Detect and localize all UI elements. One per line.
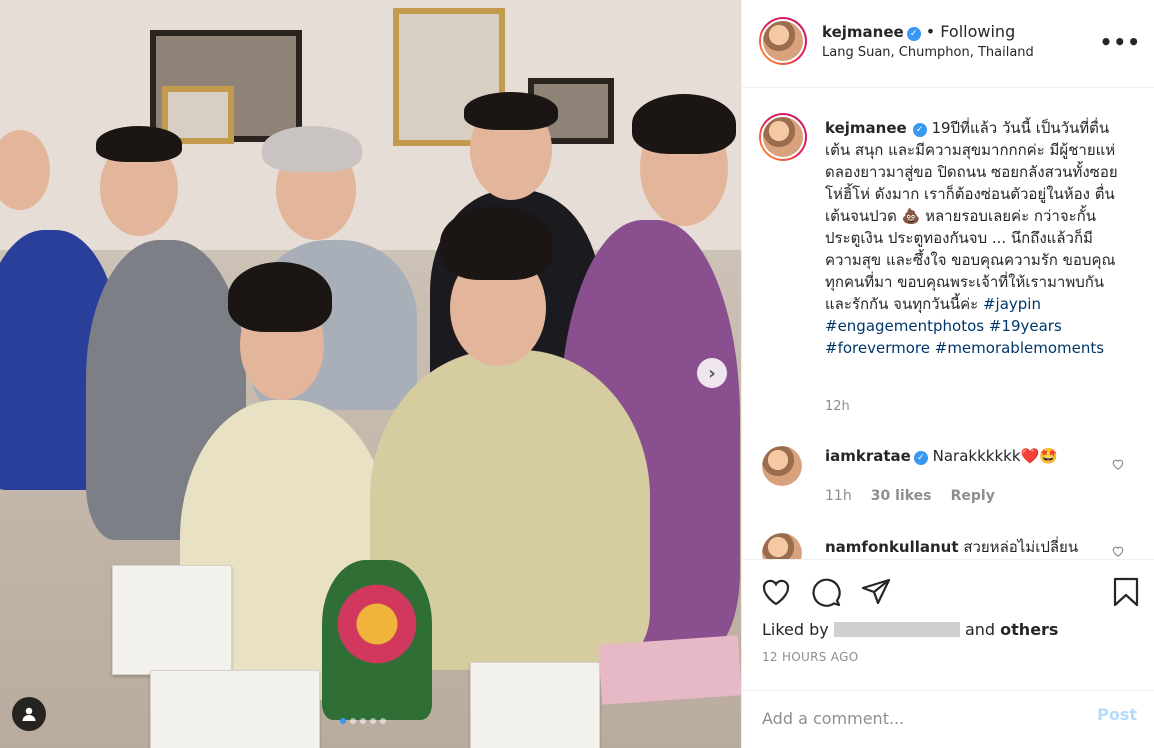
gift-box (112, 565, 232, 675)
comment-item: namfonkullanut สวยหล่อไม่เปลี่ยน (825, 535, 1085, 559)
comment-input[interactable] (762, 703, 1072, 733)
commenter-avatar[interactable] (762, 446, 802, 486)
post-comment-button[interactable]: Post (1097, 705, 1137, 724)
comment-username[interactable]: namfonkullanut (825, 538, 959, 556)
save-bookmark-icon[interactable] (1110, 576, 1142, 608)
user-icon (22, 707, 36, 721)
caption-username[interactable]: kejmanee (825, 119, 907, 137)
comment-time[interactable]: 11h (825, 488, 852, 504)
redacted-username (833, 622, 960, 637)
add-comment-bar: Post (742, 690, 1154, 748)
money-stack (598, 635, 741, 705)
liked-by-prefix: Liked by (762, 620, 829, 639)
post-side-panel: kejmanee ✓ • Following Lang Suan, Chumpho… (741, 0, 1154, 748)
person-hair (262, 126, 362, 172)
carousel-dot (340, 718, 346, 724)
author-avatar[interactable] (759, 17, 807, 65)
comments-section[interactable]: kejmanee ✓ 19ปีที่แล้ว วันนี้ เป็นวันที่ต… (742, 89, 1154, 559)
dot-separator: • (925, 22, 936, 41)
share-icon[interactable] (860, 576, 892, 608)
comment-text: Narakkkkkk (932, 447, 1021, 465)
caption-avatar[interactable] (759, 113, 807, 161)
like-heart-icon[interactable] (760, 576, 792, 608)
gift-box (470, 662, 600, 748)
author-line: kejmanee ✓ • Following (822, 22, 1015, 41)
comment-username[interactable]: iamkratae (825, 447, 911, 465)
comment-like-heart-icon[interactable] (1111, 544, 1125, 558)
commenter-avatar[interactable] (762, 533, 802, 559)
post-actions: Liked by and others 12 HOURS AGO (742, 559, 1154, 689)
person-hair (96, 126, 182, 162)
carousel-dot (380, 718, 386, 724)
hashtag-link[interactable]: #jaypin (983, 295, 1041, 313)
posted-time[interactable]: 12 HOURS AGO (762, 650, 858, 664)
hashtag-link[interactable]: #19years (989, 317, 1062, 335)
person-hair (632, 94, 736, 154)
verified-badge-icon: ✓ (906, 27, 921, 41)
verified-badge-icon: ✓ (913, 451, 928, 465)
post-location[interactable]: Lang Suan, Chumphon, Thailand (822, 45, 1034, 60)
comment-reply-button[interactable]: Reply (951, 488, 995, 504)
carousel-dots (340, 718, 386, 724)
post-header: kejmanee ✓ • Following Lang Suan, Chumpho… (742, 0, 1154, 88)
comment-item: iamkratae ✓ Narakkkkkk❤️🤩 (825, 447, 1085, 465)
comment-icon[interactable] (810, 576, 842, 608)
caption-text-block: kejmanee ✓ 19ปีที่แล้ว วันนี้ เป็นวันที่ต… (825, 117, 1125, 359)
caption-text: 19ปีที่แล้ว วันนี้ เป็นวันที่ตื่นเต้น สน… (825, 119, 1118, 313)
others-link[interactable]: others (1000, 620, 1058, 639)
comment-emoji: ❤️🤩 (1020, 447, 1058, 465)
tagged-user-button[interactable] (12, 697, 46, 731)
comment-like-heart-icon[interactable] (1111, 457, 1125, 471)
more-options-icon[interactable]: ••• (1100, 30, 1141, 54)
author-username[interactable]: kejmanee (822, 23, 904, 41)
chevron-right-icon: › (708, 362, 716, 384)
carousel-dot (370, 718, 376, 724)
hashtag-link[interactable]: #forevermore (825, 339, 930, 357)
flower-arrangement (322, 560, 432, 720)
comment-text: สวยหล่อไม่เปลี่ยน (963, 538, 1079, 556)
gift-box (150, 670, 320, 748)
comment-meta: 11h 30 likes Reply (825, 485, 995, 504)
following-button[interactable]: Following (940, 22, 1015, 41)
hashtag-link[interactable]: #engagementphotos (825, 317, 984, 335)
person-hair (440, 206, 552, 280)
caption-time[interactable]: 12h (825, 399, 850, 414)
post-photo[interactable]: › (0, 0, 741, 748)
comment-likes[interactable]: 30 likes (871, 488, 932, 504)
carousel-next-button[interactable]: › (697, 358, 727, 388)
liked-by-suffix: and (964, 620, 996, 639)
person-hair (464, 92, 558, 130)
carousel-dot (350, 718, 356, 724)
hashtag-link[interactable]: #memorablemoments (935, 339, 1104, 357)
verified-badge-icon: ✓ (912, 123, 927, 137)
carousel-dot (360, 718, 366, 724)
person-hair (228, 262, 332, 332)
liked-by-line: Liked by and others (762, 620, 1058, 639)
